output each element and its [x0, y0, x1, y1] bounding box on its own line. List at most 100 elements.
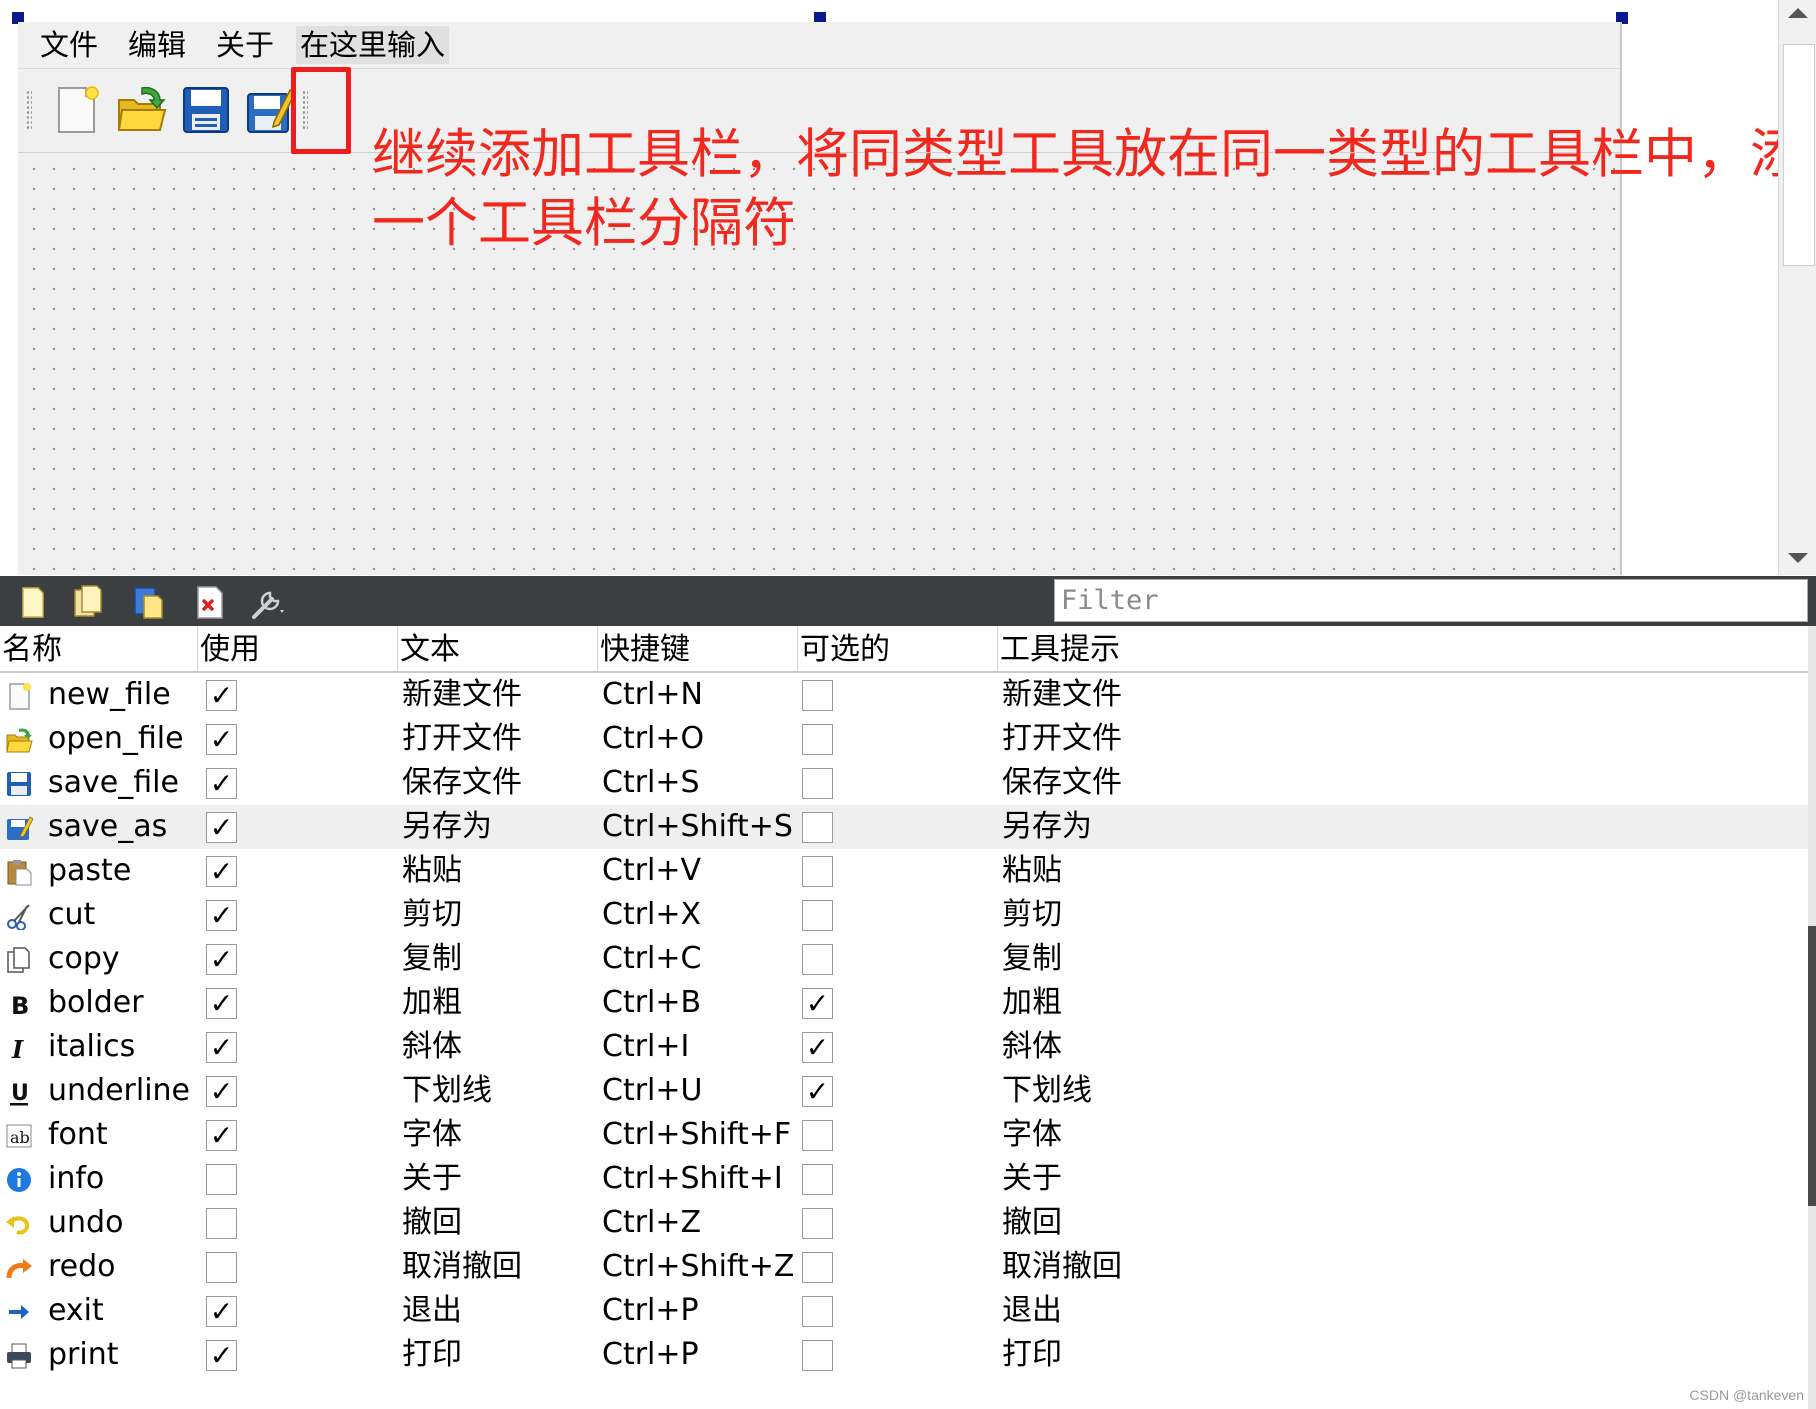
- action-text[interactable]: 复制: [402, 937, 462, 981]
- action-tooltip[interactable]: 字体: [1002, 1113, 1062, 1157]
- action-name[interactable]: new_file: [48, 673, 171, 717]
- action-name[interactable]: copy: [48, 937, 120, 981]
- column-header-used[interactable]: 使用: [198, 626, 398, 671]
- action-text[interactable]: 退出: [402, 1289, 462, 1333]
- used-checkbox[interactable]: ✓: [206, 724, 237, 755]
- action-shortcut[interactable]: Ctrl+P: [602, 1333, 699, 1377]
- action-name[interactable]: save_as: [48, 805, 167, 849]
- checkable-checkbox[interactable]: [802, 1252, 833, 1283]
- table-row[interactable]: cut ✓ 剪切 Ctrl+X 剪切: [0, 893, 1808, 937]
- column-header-name[interactable]: 名称: [0, 626, 198, 671]
- column-header-checkable[interactable]: 可选的: [798, 626, 998, 671]
- action-text[interactable]: 保存文件: [402, 761, 522, 805]
- menu-file[interactable]: 文件: [36, 26, 102, 64]
- action-name[interactable]: open_file: [48, 717, 184, 761]
- action-tooltip[interactable]: 另存为: [1002, 805, 1092, 849]
- new-file-icon[interactable]: [50, 84, 102, 136]
- table-scrollbar-thumb[interactable]: [1808, 926, 1816, 1206]
- used-checkbox[interactable]: ✓: [206, 856, 237, 887]
- menu-about[interactable]: 关于: [212, 26, 278, 64]
- delete-action-icon[interactable]: [192, 584, 228, 620]
- action-name[interactable]: italics: [48, 1025, 135, 1069]
- action-shortcut[interactable]: Ctrl+I: [602, 1025, 689, 1069]
- used-checkbox[interactable]: ✓: [206, 1032, 237, 1063]
- action-shortcut[interactable]: Ctrl+S: [602, 761, 700, 805]
- table-row[interactable]: redo 取消撤回 Ctrl+Shift+Z 取消撤回: [0, 1245, 1808, 1289]
- action-text[interactable]: 撤回: [402, 1201, 462, 1245]
- open-file-icon[interactable]: [116, 84, 168, 136]
- action-name[interactable]: underline: [48, 1069, 190, 1113]
- action-text[interactable]: 打开文件: [402, 717, 522, 761]
- action-tooltip[interactable]: 下划线: [1002, 1069, 1092, 1113]
- action-text[interactable]: 另存为: [402, 805, 492, 849]
- action-shortcut[interactable]: Ctrl+N: [602, 673, 703, 717]
- action-tooltip[interactable]: 加粗: [1002, 981, 1062, 1025]
- action-text[interactable]: 加粗: [402, 981, 462, 1025]
- action-text[interactable]: 下划线: [402, 1069, 492, 1113]
- save-file-icon[interactable]: [180, 84, 232, 136]
- table-row[interactable]: Bbolder ✓ 加粗 Ctrl+B ✓ 加粗: [0, 981, 1808, 1025]
- used-checkbox[interactable]: [206, 1164, 237, 1195]
- new-action-icon[interactable]: [14, 584, 50, 620]
- checkable-checkbox[interactable]: [802, 1120, 833, 1151]
- table-row[interactable]: open_file ✓ 打开文件 Ctrl+O 打开文件: [0, 717, 1808, 761]
- action-text[interactable]: 剪切: [402, 893, 462, 937]
- action-tooltip[interactable]: 打开文件: [1002, 717, 1122, 761]
- checkable-checkbox[interactable]: ✓: [802, 1032, 833, 1063]
- action-text[interactable]: 斜体: [402, 1025, 462, 1069]
- table-row[interactable]: Iitalics ✓ 斜体 Ctrl+I ✓ 斜体: [0, 1025, 1808, 1069]
- checkable-checkbox[interactable]: [802, 768, 833, 799]
- configure-icon[interactable]: [250, 584, 286, 620]
- main-window-form[interactable]: 文件 编辑 关于 在这里输入: [18, 22, 1622, 575]
- used-checkbox[interactable]: ✓: [206, 1340, 237, 1371]
- action-shortcut[interactable]: Ctrl+V: [602, 849, 701, 893]
- action-tooltip[interactable]: 复制: [1002, 937, 1062, 981]
- action-text[interactable]: 关于: [402, 1157, 462, 1201]
- checkable-checkbox[interactable]: [802, 724, 833, 755]
- scroll-down-icon[interactable]: [1788, 553, 1808, 563]
- action-text[interactable]: 字体: [402, 1113, 462, 1157]
- table-row[interactable]: print ✓ 打印 Ctrl+P 打印: [0, 1333, 1808, 1377]
- table-row[interactable]: save_as ✓ 另存为 Ctrl+Shift+S 另存为: [0, 805, 1808, 849]
- checkable-checkbox[interactable]: [802, 944, 833, 975]
- table-scrollbar[interactable]: [1808, 626, 1816, 1409]
- action-text[interactable]: 取消撤回: [402, 1245, 522, 1289]
- action-shortcut[interactable]: Ctrl+X: [602, 893, 701, 937]
- action-shortcut[interactable]: Ctrl+Shift+F: [602, 1113, 791, 1157]
- action-tooltip[interactable]: 打印: [1002, 1333, 1062, 1377]
- action-tooltip[interactable]: 取消撤回: [1002, 1245, 1122, 1289]
- copy-action-icon[interactable]: [70, 584, 106, 620]
- action-tooltip[interactable]: 粘贴: [1002, 849, 1062, 893]
- checkable-checkbox[interactable]: [802, 1296, 833, 1327]
- action-name[interactable]: exit: [48, 1289, 104, 1333]
- checkable-checkbox[interactable]: ✓: [802, 988, 833, 1019]
- action-tooltip[interactable]: 剪切: [1002, 893, 1062, 937]
- action-name[interactable]: info: [48, 1157, 104, 1201]
- checkable-checkbox[interactable]: [802, 812, 833, 843]
- action-shortcut[interactable]: Ctrl+Shift+Z: [602, 1245, 794, 1289]
- action-name[interactable]: print: [48, 1333, 119, 1377]
- used-checkbox[interactable]: ✓: [206, 812, 237, 843]
- action-shortcut[interactable]: Ctrl+Shift+S: [602, 805, 793, 849]
- save-as-icon[interactable]: [244, 84, 296, 136]
- action-tooltip[interactable]: 保存文件: [1002, 761, 1122, 805]
- checkable-checkbox[interactable]: [802, 856, 833, 887]
- paste-action-icon[interactable]: [130, 584, 166, 620]
- table-row[interactable]: new_file ✓ 新建文件 Ctrl+N 新建文件: [0, 673, 1808, 717]
- action-name[interactable]: bolder: [48, 981, 144, 1025]
- vertical-scrollbar[interactable]: [1778, 0, 1816, 575]
- action-shortcut[interactable]: Ctrl+B: [602, 981, 701, 1025]
- column-header-text[interactable]: 文本: [398, 626, 598, 671]
- action-tooltip[interactable]: 关于: [1002, 1157, 1062, 1201]
- used-checkbox[interactable]: ✓: [206, 1076, 237, 1107]
- table-row[interactable]: copy ✓ 复制 Ctrl+C 复制: [0, 937, 1808, 981]
- scrollbar-thumb[interactable]: [1783, 44, 1815, 266]
- used-checkbox[interactable]: ✓: [206, 900, 237, 931]
- used-checkbox[interactable]: ✓: [206, 680, 237, 711]
- action-name[interactable]: undo: [48, 1201, 123, 1245]
- used-checkbox[interactable]: ✓: [206, 944, 237, 975]
- table-row[interactable]: save_file ✓ 保存文件 Ctrl+S 保存文件: [0, 761, 1808, 805]
- action-text[interactable]: 新建文件: [402, 673, 522, 717]
- action-shortcut[interactable]: Ctrl+U: [602, 1069, 702, 1113]
- table-row[interactable]: ab font ✓ 字体 Ctrl+Shift+F 字体: [0, 1113, 1808, 1157]
